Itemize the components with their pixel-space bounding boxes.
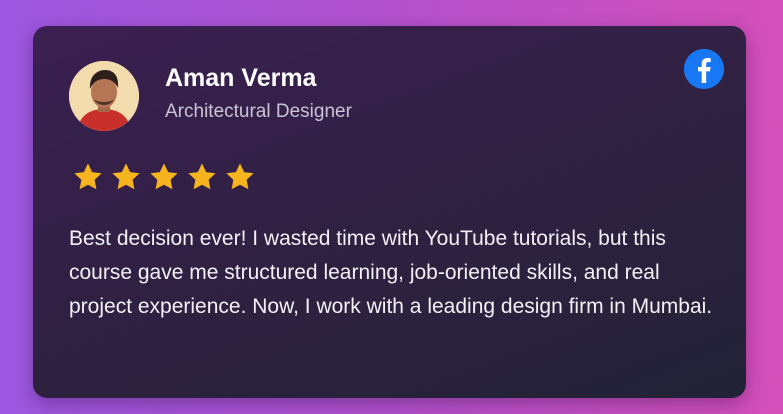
star-icon: [188, 163, 216, 190]
avatar-image: [69, 61, 139, 131]
star-rating: [72, 161, 256, 193]
star-icon: [226, 163, 254, 190]
star-icon: [74, 163, 102, 190]
reviewer-role: Architectural Designer: [165, 101, 352, 122]
facebook-icon[interactable]: [684, 49, 724, 89]
star-icon: [112, 163, 140, 190]
avatar: [69, 61, 139, 131]
testimonial-card: Aman Verma Architectural Designer Best d…: [33, 26, 746, 398]
reviewer-name: Aman Verma: [165, 64, 317, 92]
star-icon: [150, 163, 178, 190]
review-text: Best decision ever! I wasted time with Y…: [69, 227, 713, 318]
